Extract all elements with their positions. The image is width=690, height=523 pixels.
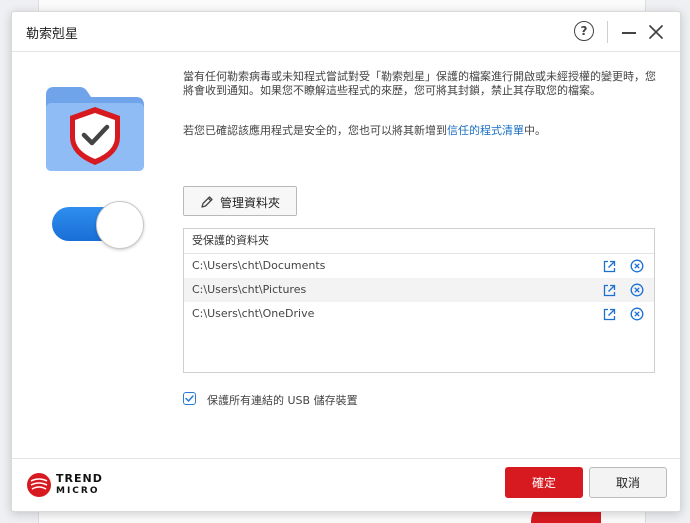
manage-folders-button[interactable]: 管理資料夾 — [183, 186, 297, 216]
title-bar: 勒索剋星 ? — [12, 12, 680, 52]
logo-line-1: TREND — [56, 472, 103, 485]
folder-row[interactable]: C:\Users\cht\Pictures — [184, 278, 654, 302]
pencil-icon — [201, 196, 213, 208]
trusted-text-prefix: 若您已確認該應用程式是安全的，您也可以將其新增到 — [183, 124, 447, 137]
remove-circle-icon[interactable] — [630, 259, 644, 273]
ransomware-protection-dialog: 勒索剋星 ? 當有任何勒索病毒或未知程式嘗試對受「勒索剋星」保護的檔案進行開啟或… — [11, 11, 681, 512]
open-external-icon[interactable] — [603, 308, 616, 321]
trusted-programs-paragraph: 若您已確認該應用程式是安全的，您也可以將其新增到信任的程式清單中。 — [183, 124, 661, 138]
folder-row[interactable]: C:\Users\cht\Documents — [184, 254, 654, 278]
open-external-icon[interactable] — [603, 284, 616, 297]
trusted-programs-link[interactable]: 信任的程式清單 — [447, 124, 524, 137]
open-external-icon[interactable] — [603, 260, 616, 273]
remove-circle-icon[interactable] — [630, 283, 644, 297]
trend-micro-logo-icon — [27, 473, 51, 497]
question-circle-icon: ? — [580, 24, 588, 38]
minimize-button[interactable] — [622, 32, 636, 34]
logo-line-2: MICRO — [56, 486, 100, 496]
check-icon — [185, 395, 194, 402]
dialog-title: 勒索剋星 — [26, 27, 79, 42]
description-paragraph: 當有任何勒索病毒或未知程式嘗試對受「勒索剋星」保護的檔案進行開啟或未經授權的變更… — [183, 70, 656, 97]
usb-checkbox-label: 保護所有連結的 USB 儲存裝置 — [207, 394, 358, 407]
titlebar-separator — [607, 21, 608, 43]
folder-path: C:\Users\cht\Documents — [192, 259, 326, 272]
cancel-button[interactable]: 取消 — [589, 467, 667, 498]
folder-path: C:\Users\cht\Pictures — [192, 283, 307, 296]
manage-folders-label: 管理資料夾 — [220, 196, 281, 210]
folder-row[interactable]: C:\Users\cht\OneDrive — [184, 302, 654, 326]
protected-folders-header: 受保護的資料夾 — [184, 229, 654, 254]
footer-divider — [12, 458, 680, 459]
toggle-knob — [96, 201, 144, 249]
folder-path: C:\Users\cht\OneDrive — [192, 307, 315, 320]
protection-toggle[interactable] — [52, 201, 144, 249]
folder-shield-icon — [46, 87, 144, 171]
usb-checkbox[interactable] — [183, 392, 196, 405]
protected-folders-list: 受保護的資料夾 C:\Users\cht\Documents C:\Users\… — [183, 228, 655, 373]
logo-wordmark: TREND MICRO — [56, 473, 103, 497]
trend-micro-logo: TREND MICRO — [26, 472, 102, 501]
close-button[interactable] — [648, 24, 664, 40]
help-button[interactable]: ? — [574, 21, 594, 41]
close-icon — [649, 25, 663, 39]
trusted-text-suffix: 中。 — [524, 124, 546, 137]
ok-button[interactable]: 確定 — [505, 467, 583, 498]
remove-circle-icon[interactable] — [630, 307, 644, 321]
